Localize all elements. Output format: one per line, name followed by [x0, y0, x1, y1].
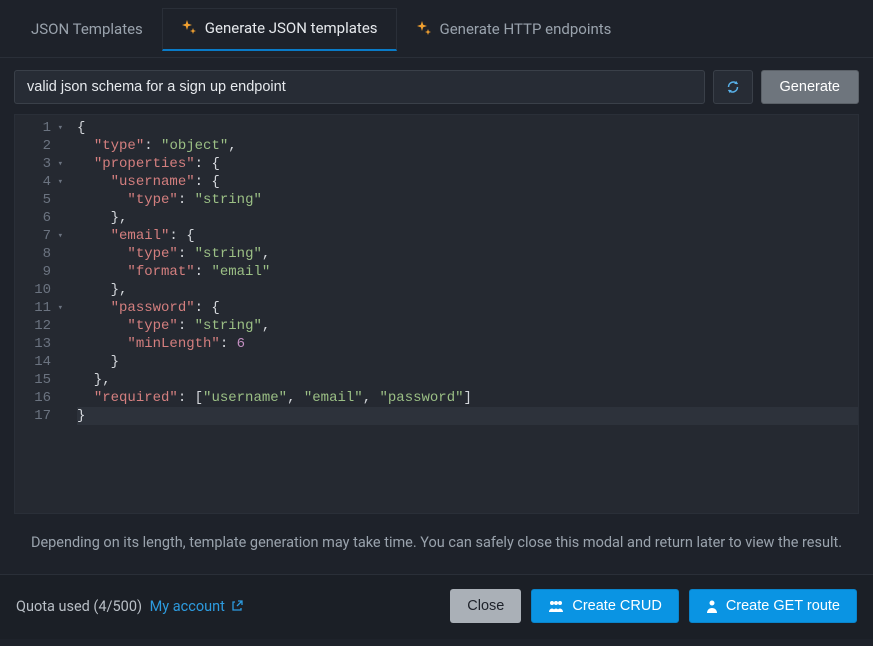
sparkle-icon — [181, 20, 197, 36]
generate-button[interactable]: Generate — [761, 70, 859, 104]
users-icon — [548, 599, 564, 613]
create-crud-button[interactable]: Create CRUD — [531, 589, 678, 623]
tab-generate-json-templates[interactable]: Generate JSON templates — [162, 8, 397, 51]
refresh-icon — [725, 79, 741, 95]
close-button-label: Close — [467, 598, 504, 614]
quota-text: Quota used (4/500) My account — [16, 598, 243, 615]
editor-code[interactable]: { "type": "object", "properties": { "use… — [69, 115, 858, 513]
create-get-route-label: Create GET route — [726, 598, 840, 614]
footer: Quota used (4/500) My account Close Crea… — [0, 574, 873, 639]
my-account-label: My account — [150, 598, 225, 615]
my-account-link[interactable]: My account — [150, 598, 243, 615]
tab-json-templates[interactable]: JSON Templates — [12, 9, 162, 50]
sparkle-icon — [416, 21, 432, 37]
footer-buttons: Close Create CRUD Create GET route — [450, 589, 857, 623]
refresh-button[interactable] — [713, 70, 753, 104]
close-button[interactable]: Close — [450, 589, 521, 623]
tab-label: Generate HTTP endpoints — [440, 20, 612, 38]
tabs-bar: JSON Templates Generate JSON templates G… — [0, 0, 873, 58]
user-icon — [706, 599, 718, 613]
generate-button-label: Generate — [780, 79, 840, 95]
external-link-icon — [231, 600, 243, 612]
prompt-input[interactable] — [14, 70, 705, 104]
tab-label: Generate JSON templates — [205, 19, 378, 37]
create-get-route-button[interactable]: Create GET route — [689, 589, 857, 623]
editor-gutter: 1234567891011121314151617 — [15, 115, 69, 513]
hint-text: Depending on its length, template genera… — [0, 514, 873, 568]
create-crud-label: Create CRUD — [572, 598, 661, 614]
tab-generate-http-endpoints[interactable]: Generate HTTP endpoints — [397, 9, 631, 50]
code-editor[interactable]: 1234567891011121314151617 { "type": "obj… — [14, 114, 859, 514]
tab-label: JSON Templates — [31, 20, 143, 38]
prompt-row: Generate — [0, 58, 873, 114]
